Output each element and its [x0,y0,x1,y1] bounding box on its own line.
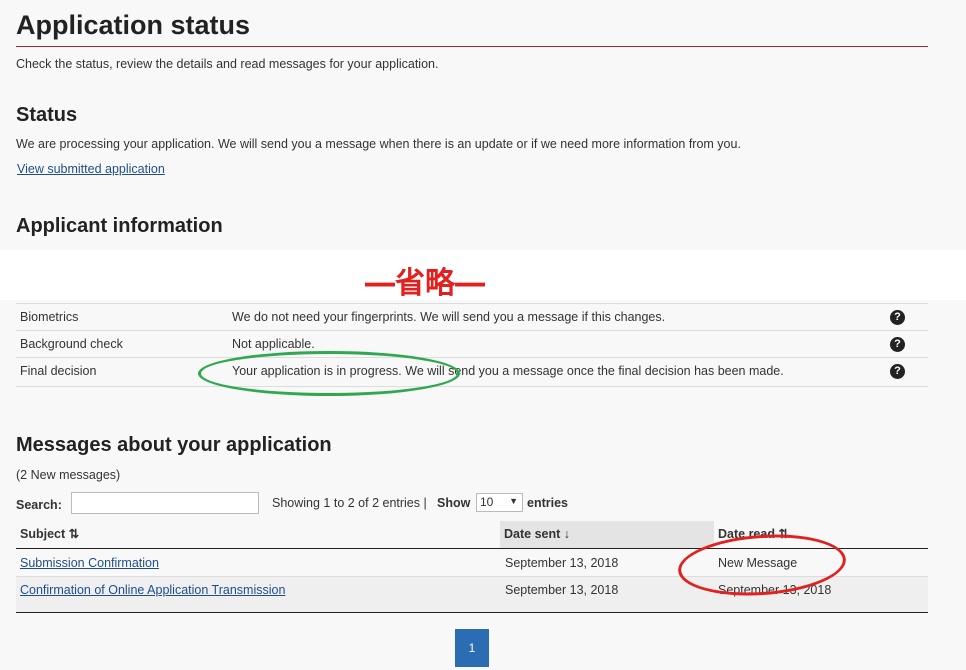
info-row-biometrics: Biometrics We do not need your fingerpri… [16,303,928,331]
date-sent: September 13, 2018 [505,583,619,597]
help-icon[interactable]: ? [890,337,905,352]
message-subject-link[interactable]: Confirmation of Online Application Trans… [20,583,285,597]
new-messages-count: (2 New messages) [16,468,121,482]
messages-heading: Messages about your application [16,434,332,456]
page-size-select[interactable]: 10 ▼ [476,493,523,512]
date-sent: September 13, 2018 [505,556,619,570]
column-subject[interactable]: Subject ⇅ [16,521,500,548]
omitted-banner: ―省略― [0,250,966,301]
pagination-page-1[interactable]: 1 [455,629,489,667]
info-row-final-decision: Final decision Your application is in pr… [16,357,928,387]
applicant-heading: Applicant information [16,215,223,237]
info-label: Biometrics [20,310,79,324]
title-divider [16,46,928,47]
status-heading: Status [16,104,78,126]
info-value: Not applicable. [232,337,315,351]
status-text: We are processing your application. We w… [16,137,741,151]
info-label: Background check [20,337,123,351]
message-subject-link[interactable]: Submission Confirmation [20,556,159,570]
entries-label: entries [527,496,568,510]
chevron-down-icon: ▼ [509,496,518,506]
green-annotation-ellipse [198,351,460,396]
page-size-value: 10 [480,495,494,509]
help-icon[interactable]: ? [890,310,905,325]
view-submitted-application-link[interactable]: View submitted application [17,162,165,176]
show-label: Show [437,496,471,510]
search-input[interactable] [71,492,259,514]
info-value: We do not need your fingerprints. We wil… [232,310,666,324]
omitted-label: ―省略― [365,266,485,301]
page-subtitle: Check the status, review the details and… [16,57,439,71]
info-row-background-check: Background check Not applicable. ? [16,330,928,358]
info-label: Final decision [20,364,97,378]
page-title: Application status [16,10,251,40]
column-date-sent[interactable]: Date sent ↓ [500,521,714,548]
search-label: Search: [16,498,62,512]
showing-entries: Showing 1 to 2 of 2 entries | [272,496,427,510]
help-icon[interactable]: ? [890,364,905,379]
